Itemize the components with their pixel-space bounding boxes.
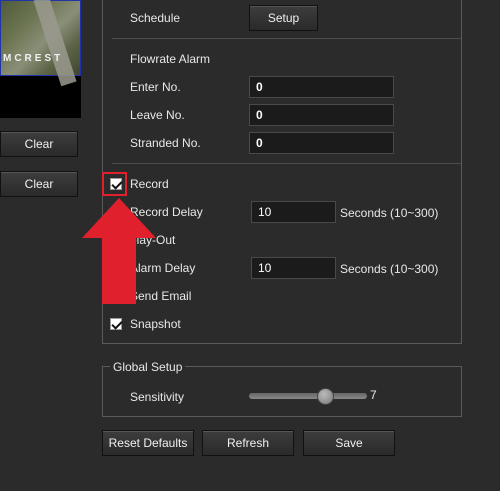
schedule-label: Schedule xyxy=(130,11,181,25)
sensitivity-value: 7 xyxy=(370,388,377,402)
snapshot-checkbox[interactable] xyxy=(110,318,122,330)
up-arrow-annotation-icon xyxy=(82,198,156,304)
camera-scene-pole xyxy=(33,0,77,87)
save-button[interactable]: Save xyxy=(303,430,395,456)
schedule-setup-button[interactable]: Setup xyxy=(249,5,318,31)
sensitivity-slider-thumb[interactable] xyxy=(317,388,334,405)
clear-button-2[interactable]: Clear xyxy=(0,171,78,197)
divider xyxy=(112,38,461,39)
stranded-no-label: Stranded No. xyxy=(130,136,201,150)
alarm-delay-input[interactable]: 10 xyxy=(251,257,336,279)
leave-no-input[interactable]: 0 xyxy=(249,104,394,126)
sensitivity-label: Sensitivity xyxy=(130,390,185,404)
record-highlight-box xyxy=(102,172,127,196)
stranded-no-input[interactable]: 0 xyxy=(249,132,394,154)
reset-defaults-button[interactable]: Reset Defaults xyxy=(102,430,194,456)
camera-watermark: MCREST xyxy=(3,53,64,64)
refresh-button[interactable]: Refresh xyxy=(202,430,294,456)
global-setup-legend: Global Setup xyxy=(110,360,186,374)
enter-no-label: Enter No. xyxy=(130,80,181,94)
camera-image: MCREST xyxy=(0,0,81,87)
record-delay-unit: Seconds (10~300) xyxy=(340,206,439,220)
record-delay-input[interactable]: 10 xyxy=(251,201,336,223)
flowrate-alarm-title: Flowrate Alarm xyxy=(130,52,211,66)
record-label: Record xyxy=(130,177,169,191)
camera-preview: MCREST xyxy=(0,0,81,118)
enter-no-input[interactable]: 0 xyxy=(249,76,394,98)
snapshot-label: Snapshot xyxy=(130,317,181,331)
alarm-delay-unit: Seconds (10~300) xyxy=(340,262,439,276)
clear-button-1[interactable]: Clear xyxy=(0,131,78,157)
sensitivity-slider-track[interactable] xyxy=(249,393,367,399)
leave-no-label: Leave No. xyxy=(130,108,185,122)
divider xyxy=(112,163,461,164)
